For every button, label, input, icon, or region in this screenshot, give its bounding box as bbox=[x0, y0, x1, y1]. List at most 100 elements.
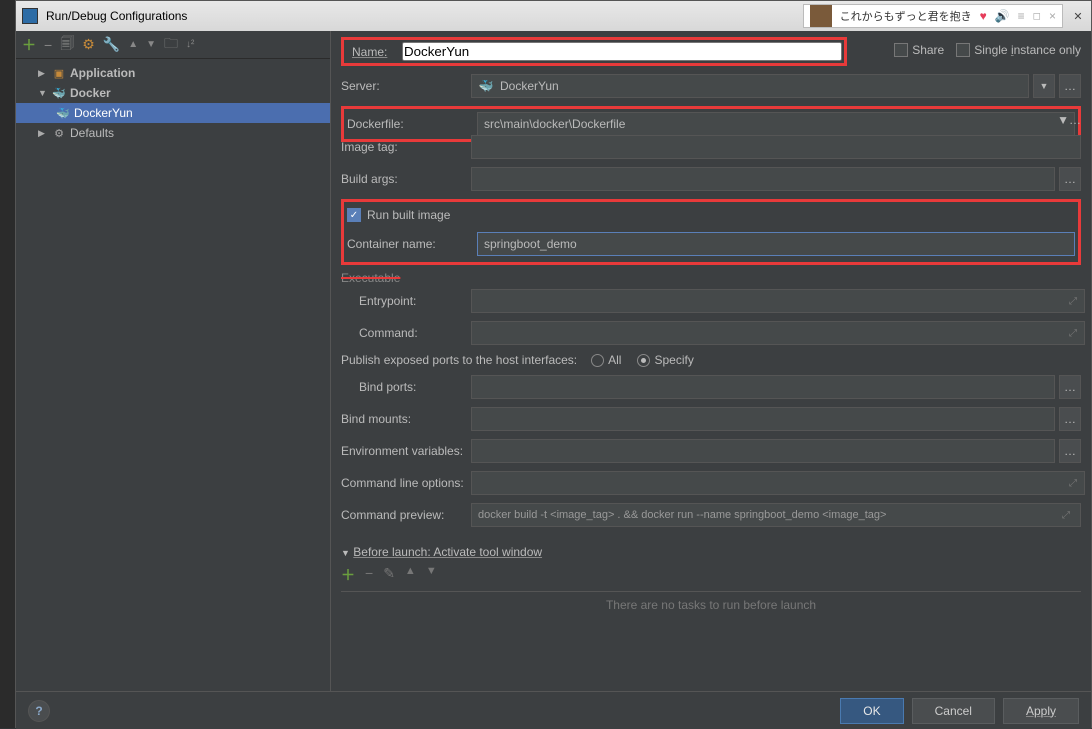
command-input[interactable] bbox=[471, 321, 1085, 345]
single-instance-checkbox[interactable]: Single instance only bbox=[956, 43, 1081, 57]
publish-all-radio[interactable]: All bbox=[591, 353, 621, 367]
server-more-btn[interactable]: … bbox=[1059, 74, 1081, 98]
app-icon bbox=[22, 8, 38, 24]
publish-label: Publish exposed ports to the host interf… bbox=[341, 353, 577, 367]
dialog-footer: ? OK Cancel Apply bbox=[16, 691, 1091, 729]
media-restore-icon[interactable]: ◻ bbox=[1033, 11, 1041, 22]
env-label: Environment variables: bbox=[341, 444, 471, 458]
folder-icon[interactable]: 🗀 bbox=[164, 33, 178, 57]
cmdline-input[interactable] bbox=[471, 471, 1085, 495]
tree-node-docker[interactable]: ▼ 🐳 Docker bbox=[16, 83, 330, 103]
executable-section-label: Executable bbox=[341, 271, 1081, 285]
run-built-checkbox[interactable]: ✓ Run built image bbox=[347, 208, 450, 222]
expand-icon[interactable]: ⤢ bbox=[1062, 510, 1074, 521]
image-tag-input[interactable] bbox=[471, 135, 1081, 159]
speaker-icon[interactable]: 🔊 bbox=[995, 9, 1010, 23]
share-checkbox[interactable]: Share bbox=[894, 43, 944, 57]
bl-edit-icon[interactable]: ✎ bbox=[383, 565, 395, 585]
bind-ports-more-btn[interactable]: … bbox=[1059, 375, 1081, 399]
checkbox-icon bbox=[956, 43, 970, 57]
config-tree: ▶ ▣ Application ▼ 🐳 Docker 🐳 DockerYun ▶… bbox=[16, 59, 330, 147]
dockerfile-history-btn[interactable]: ▼ bbox=[1057, 113, 1069, 127]
media-close-icon[interactable]: × bbox=[1049, 9, 1056, 23]
checkbox-icon bbox=[894, 43, 908, 57]
cmdline-label: Command line options: bbox=[341, 476, 471, 490]
command-preview: docker build -t <image_tag> . && docker … bbox=[471, 503, 1081, 527]
config-form: Name: Share Single instance only bbox=[331, 31, 1091, 691]
copy-config-icon[interactable]: 🗐 bbox=[60, 33, 74, 57]
build-args-more-btn[interactable]: … bbox=[1059, 167, 1081, 191]
bl-up-icon[interactable]: ▲ bbox=[405, 565, 416, 585]
dockerfile-browse-btn[interactable]: … bbox=[1069, 113, 1081, 127]
dockerfile-input[interactable] bbox=[477, 112, 1075, 136]
titlebar: Run/Debug Configurations これからもずっと君を抱き ♥ … bbox=[16, 1, 1091, 31]
expand-icon[interactable]: ⤢ bbox=[1069, 328, 1081, 339]
name-label: Name: bbox=[346, 45, 402, 59]
chevron-right-icon: ▶ bbox=[38, 68, 48, 79]
sidebar-toolbar: ＋ − 🗐 ⚙ 🔧 ▲ ▼ 🗀 ↓² bbox=[16, 31, 330, 59]
docker-icon: 🐳 bbox=[478, 79, 494, 93]
window-title: Run/Debug Configurations bbox=[46, 9, 803, 23]
before-launch-section: ▼ Before launch: Activate tool window ＋ … bbox=[341, 545, 1081, 615]
dockerfile-label: Dockerfile: bbox=[347, 117, 477, 131]
build-args-label: Build args: bbox=[341, 172, 471, 186]
remove-config-icon[interactable]: − bbox=[44, 37, 52, 53]
name-input[interactable] bbox=[402, 42, 842, 61]
bl-add-icon[interactable]: ＋ bbox=[341, 565, 355, 585]
bind-mounts-label: Bind mounts: bbox=[341, 412, 471, 426]
move-down-icon[interactable]: ▼ bbox=[146, 39, 156, 50]
tree-label: DockerYun bbox=[74, 106, 133, 120]
checkbox-checked-icon: ✓ bbox=[347, 208, 361, 222]
image-tag-label: Image tag: bbox=[341, 140, 471, 154]
server-dropdown[interactable]: 🐳 DockerYun bbox=[471, 74, 1029, 98]
radio-icon bbox=[591, 354, 604, 367]
before-launch-toggle[interactable]: ▼ Before launch: Activate tool window bbox=[341, 545, 1081, 559]
run-built-highlight: ✓ Run built image Container name: bbox=[341, 199, 1081, 265]
radio-selected-icon bbox=[637, 354, 650, 367]
container-name-label: Container name: bbox=[347, 237, 477, 251]
bind-mounts-more-btn[interactable]: … bbox=[1059, 407, 1081, 431]
bl-down-icon[interactable]: ▼ bbox=[426, 565, 437, 585]
wrench-icon[interactable]: 🔧 bbox=[103, 36, 120, 53]
env-input[interactable] bbox=[471, 439, 1055, 463]
env-more-btn[interactable]: … bbox=[1059, 439, 1081, 463]
playlist-icon[interactable]: ≡ bbox=[1018, 9, 1025, 23]
sidebar: ＋ − 🗐 ⚙ 🔧 ▲ ▼ 🗀 ↓² ▶ ▣ Application ▼ 🐳 bbox=[16, 31, 331, 691]
bind-mounts-input[interactable] bbox=[471, 407, 1055, 431]
cancel-button[interactable]: Cancel bbox=[912, 698, 995, 724]
tree-label: Defaults bbox=[70, 126, 114, 140]
ok-button[interactable]: OK bbox=[840, 698, 903, 724]
tree-label: Docker bbox=[70, 86, 111, 100]
before-launch-empty: There are no tasks to run before launch bbox=[341, 591, 1081, 615]
tree-node-application[interactable]: ▶ ▣ Application bbox=[16, 63, 330, 83]
add-config-icon[interactable]: ＋ bbox=[22, 35, 36, 55]
chevron-down-icon: ▼ bbox=[38, 88, 48, 98]
chevron-right-icon: ▶ bbox=[38, 128, 48, 139]
application-icon: ▣ bbox=[52, 66, 66, 80]
publish-specify-radio[interactable]: Specify bbox=[637, 353, 693, 367]
avatar bbox=[810, 5, 832, 27]
bl-remove-icon[interactable]: − bbox=[365, 565, 373, 585]
container-name-input[interactable] bbox=[477, 232, 1075, 256]
heart-icon[interactable]: ♥ bbox=[980, 9, 987, 23]
expand-icon[interactable]: ⤢ bbox=[1069, 296, 1081, 307]
move-up-icon[interactable]: ▲ bbox=[128, 39, 138, 50]
save-config-icon[interactable]: ⚙ bbox=[82, 36, 95, 53]
entrypoint-label: Entrypoint: bbox=[359, 294, 471, 308]
sort-icon[interactable]: ↓² bbox=[186, 39, 194, 50]
bind-ports-label: Bind ports: bbox=[359, 380, 471, 394]
entrypoint-input[interactable] bbox=[471, 289, 1085, 313]
window-close-icon[interactable]: ✕ bbox=[1071, 9, 1085, 23]
server-dropdown-btn[interactable]: ▼ bbox=[1033, 74, 1055, 98]
media-track-title: これからもずっと君を抱き bbox=[840, 8, 972, 24]
docker-icon: 🐳 bbox=[52, 86, 66, 100]
tree-node-defaults[interactable]: ▶ ⚙ Defaults bbox=[16, 123, 330, 143]
apply-button[interactable]: Apply bbox=[1003, 698, 1079, 724]
help-button[interactable]: ? bbox=[28, 700, 50, 722]
bind-ports-input[interactable] bbox=[471, 375, 1055, 399]
media-widget: これからもずっと君を抱き ♥ 🔊 ≡ ◻ × bbox=[803, 4, 1063, 28]
expand-icon[interactable]: ⤢ bbox=[1069, 478, 1081, 489]
tree-label: Application bbox=[70, 66, 135, 80]
build-args-input[interactable] bbox=[471, 167, 1055, 191]
tree-node-dockeryun[interactable]: 🐳 DockerYun bbox=[16, 103, 330, 123]
